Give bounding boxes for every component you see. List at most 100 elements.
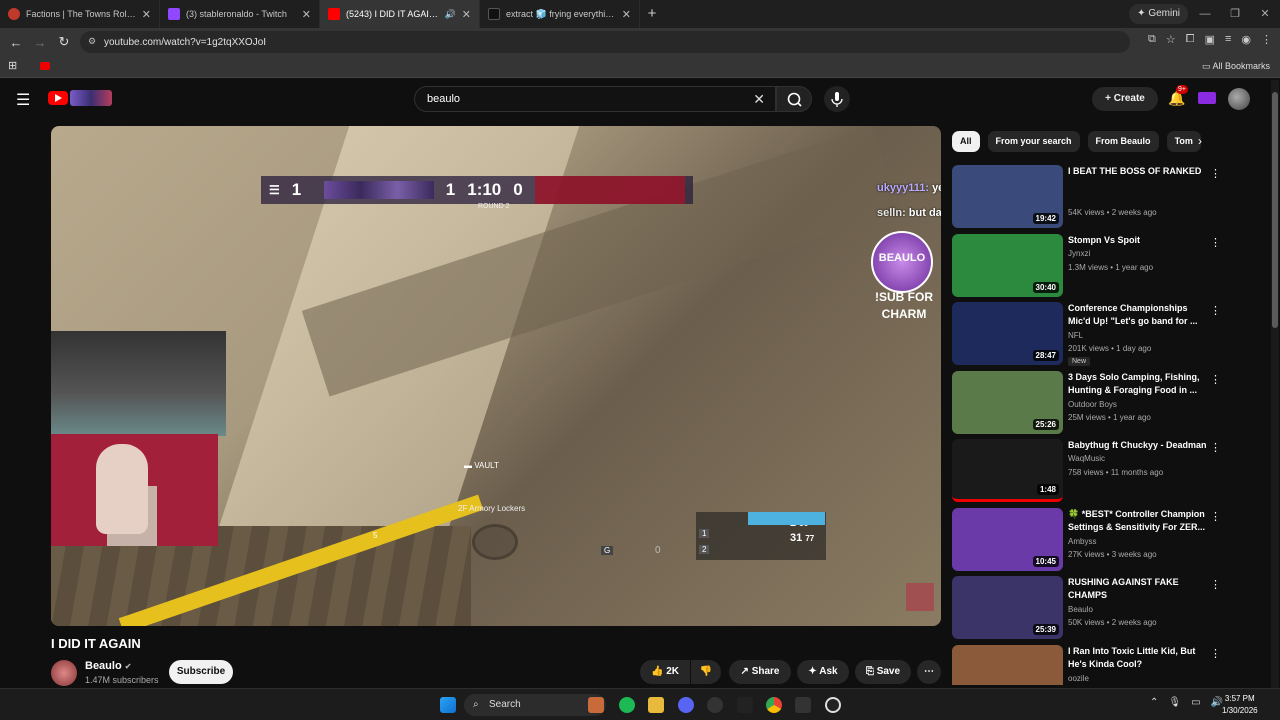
rec-title[interactable]: 3 Days Solo Camping, Fishing, Hunting & … <box>1068 371 1208 397</box>
discord-icon[interactable] <box>678 697 694 713</box>
ask-button[interactable]: ✦ Ask <box>797 660 849 684</box>
close-tab-icon[interactable]: ✕ <box>622 8 631 21</box>
forward-icon[interactable]: → <box>28 35 52 50</box>
list-item[interactable]: 10:45 🍀 *BEST* Controller Champion Setti… <box>952 507 1226 577</box>
list-item[interactable]: 28:47 Conference Championships Mic'd Up!… <box>952 302 1226 371</box>
apps-grid-icon[interactable]: ⊞ <box>8 59 17 72</box>
channel-avatar[interactable] <box>51 660 77 686</box>
video-thumbnail[interactable]: 1:48 <box>952 439 1063 502</box>
subscribe-button[interactable]: Subscribe <box>169 660 233 684</box>
rec-title[interactable]: RUSHING AGAINST FAKE CHAMPS <box>1068 576 1208 602</box>
bookmark-star-icon[interactable]: ☆ <box>1166 33 1176 46</box>
file-explorer-icon[interactable] <box>648 697 664 713</box>
more-options-icon[interactable]: ⋮ <box>1210 236 1221 249</box>
list-item[interactable]: 1:48 Babythug ft Chuckyy - Deadman WaqMu… <box>952 439 1226 508</box>
youtube-logo[interactable] <box>48 91 68 105</box>
extensions-icon[interactable]: ⧠ <box>1186 33 1195 46</box>
rec-title[interactable]: 🍀 *BEST* Controller Champion Settings & … <box>1068 508 1208 534</box>
taskbar-clock[interactable]: 3:57 PM 1/30/2026 <box>1222 693 1258 717</box>
menu-icon[interactable]: ⋮ <box>1261 33 1272 46</box>
like-button[interactable]: 👍 2K <box>640 660 690 684</box>
video-thumbnail[interactable] <box>952 644 1063 685</box>
youtube-doodle[interactable] <box>70 90 112 106</box>
all-bookmarks-link[interactable]: ▭ All Bookmarks <box>1202 61 1270 72</box>
rec-title[interactable]: Babythug ft Chuckyy - Deadman <box>1068 439 1208 452</box>
rec-title[interactable]: Conference Championships Mic'd Up! "Let'… <box>1068 302 1208 328</box>
video-player[interactable]: ☰ 1 1 1:10 0 ROUND 2 ukyyy111: yea but t… <box>51 126 941 626</box>
twitch-extension-icon[interactable] <box>1198 92 1216 104</box>
browser-tab-0[interactable]: Factions | The Towns Roleplay ✕ <box>0 0 160 28</box>
widgets-icon[interactable] <box>588 697 604 713</box>
search-button[interactable] <box>776 86 812 112</box>
obs-icon[interactable] <box>825 697 841 713</box>
spotify-icon[interactable] <box>619 697 635 713</box>
taskbar-search[interactable]: ⌕ Search <box>464 694 606 716</box>
clear-search-icon[interactable]: ✕ <box>753 87 765 111</box>
close-tab-icon[interactable]: ✕ <box>302 8 311 21</box>
rec-channel[interactable]: Jynxzi <box>1068 249 1090 258</box>
browser-tab-2[interactable]: (5243) I DID IT AGAIN - You 🔊 ✕ <box>320 0 480 28</box>
channel-name[interactable]: Beaulo ✔ <box>85 660 131 672</box>
reload-icon[interactable]: ↻ <box>52 34 76 50</box>
chrome-icon[interactable] <box>766 697 782 713</box>
back-icon[interactable]: ← <box>4 35 28 50</box>
scrollbar-thumb[interactable] <box>1272 92 1278 328</box>
rec-channel[interactable]: WaqMusic <box>1068 454 1105 463</box>
gemini-button[interactable]: ✦ Gemini <box>1129 4 1188 24</box>
site-info-icon[interactable]: ⚙ <box>88 36 96 47</box>
account-avatar[interactable] <box>1228 88 1250 110</box>
video-thumbnail[interactable]: 19:42 <box>952 165 1063 228</box>
chip-from-beaulo[interactable]: From Beaulo <box>1087 131 1159 152</box>
video-thumbnail[interactable]: 30:40 <box>952 233 1063 297</box>
rec-title[interactable]: I BEAT THE BOSS OF RANKED <box>1068 165 1208 178</box>
create-button[interactable]: + Create <box>1092 87 1158 111</box>
rec-channel[interactable]: Outdoor Boys <box>1068 400 1117 409</box>
chevron-right-icon[interactable]: › <box>1198 134 1202 148</box>
rec-title[interactable]: I Ran Into Toxic Little Kid, But He's Ki… <box>1068 645 1208 671</box>
chip-all[interactable]: All <box>952 131 980 152</box>
list-item[interactable]: 25:39 RUSHING AGAINST FAKE CHAMPS Beaulo… <box>952 576 1226 645</box>
search-input[interactable]: beaulo ✕ <box>414 86 776 112</box>
voice-search-button[interactable] <box>824 86 850 112</box>
app-icon[interactable] <box>795 697 811 713</box>
sidepanel-icon[interactable]: ▣ <box>1205 33 1215 46</box>
more-options-icon[interactable]: ⋮ <box>1210 647 1221 660</box>
list-item[interactable]: 25:26 3 Days Solo Camping, Fishing, Hunt… <box>952 370 1226 440</box>
share-button[interactable]: ↗ Share <box>729 660 791 684</box>
mute-icon[interactable]: 🔊 <box>445 9 456 20</box>
list-item[interactable]: 19:42 I BEAT THE BOSS OF RANKED 54K view… <box>952 165 1226 234</box>
minimize-icon[interactable]: — <box>1190 0 1220 28</box>
video-thumbnail[interactable]: 25:39 <box>952 576 1063 639</box>
windows-start-icon[interactable] <box>440 697 456 713</box>
more-options-icon[interactable]: ⋮ <box>1210 373 1221 386</box>
url-input[interactable]: ⚙ youtube.com/watch?v=1g2tqXXOJoI <box>80 31 1130 53</box>
profile-icon[interactable]: ◉ <box>1241 33 1251 46</box>
steam-icon[interactable] <box>707 697 723 713</box>
install-app-icon[interactable]: ⧉ <box>1148 33 1156 46</box>
new-tab-button[interactable]: + <box>640 0 664 28</box>
video-thumbnail[interactable]: 28:47 <box>952 302 1063 365</box>
close-tab-icon[interactable]: ✕ <box>462 8 471 21</box>
list-item[interactable]: I Ran Into Toxic Little Kid, But He's Ki… <box>952 644 1226 685</box>
maximize-icon[interactable]: ❐ <box>1220 0 1250 28</box>
rec-channel[interactable]: Beaulo <box>1068 605 1093 614</box>
more-options-icon[interactable]: ⋮ <box>1210 510 1221 523</box>
rec-channel[interactable]: oozile <box>1068 674 1089 683</box>
browser-tab-1[interactable]: (3) stableronaldo - Twitch ✕ <box>160 0 320 28</box>
mic-tray-icon[interactable]: 🎙 <box>1168 697 1181 708</box>
browser-tab-3[interactable]: extract 🧊 frying everything an ✕ <box>480 0 640 28</box>
video-thumbnail[interactable]: 25:26 <box>952 370 1063 434</box>
more-options-icon[interactable]: ⋮ <box>1210 167 1221 180</box>
youtube-bookmark-icon[interactable] <box>40 62 50 70</box>
close-window-icon[interactable]: ✕ <box>1250 0 1280 28</box>
epic-games-icon[interactable] <box>737 697 753 713</box>
list-item[interactable]: 30:40 Stompn Vs Spoit Jynxzi 1.3M views … <box>952 233 1226 303</box>
rec-title[interactable]: Stompn Vs Spoit <box>1068 234 1208 247</box>
dislike-button[interactable]: 👎 <box>691 660 721 684</box>
more-options-icon[interactable]: ⋮ <box>1210 578 1221 591</box>
save-button[interactable]: ⎘ Save <box>855 660 911 684</box>
close-tab-icon[interactable]: ✕ <box>142 8 151 21</box>
rec-channel[interactable]: Ambyss <box>1068 537 1096 546</box>
media-icon[interactable]: ≡ <box>1225 33 1231 46</box>
display-icon[interactable]: ▭ <box>1191 697 1200 708</box>
